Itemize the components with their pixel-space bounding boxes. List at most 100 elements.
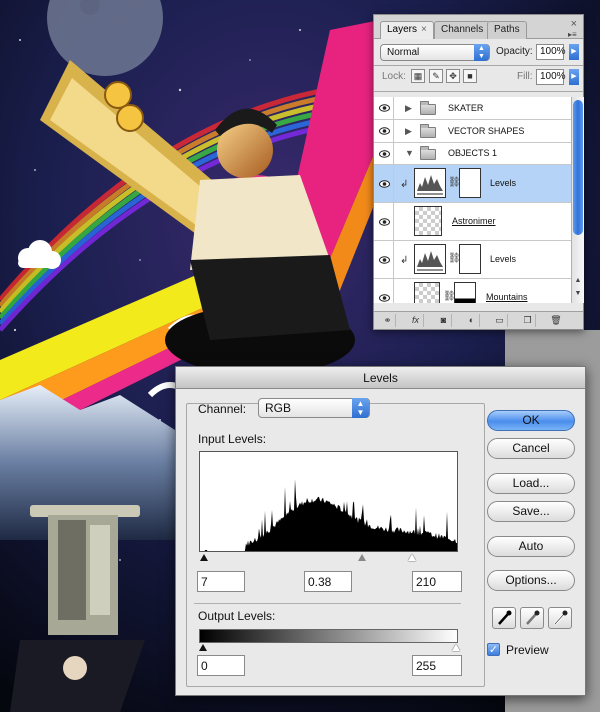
layer-mask-thumbnail[interactable] — [459, 168, 481, 198]
link-icon[interactable]: ⚭ — [380, 314, 396, 327]
visibility-toggle[interactable] — [374, 120, 394, 142]
layers-panel-tabs: Layers × Channels Paths × ▸≡ — [374, 15, 583, 39]
layer-name: Mountains — [486, 292, 528, 302]
panel-close-icon[interactable]: × — [571, 18, 577, 30]
visibility-toggle[interactable] — [374, 279, 394, 303]
layer-row-vector-shapes[interactable]: ▶ VECTOR SHAPES — [374, 120, 571, 143]
layer-row-astronimer[interactable]: Astronimer — [374, 203, 571, 241]
collapse-triangle-icon[interactable]: ▼ — [405, 148, 414, 158]
options-button[interactable]: Options... — [487, 570, 575, 591]
preview-label[interactable]: Preview — [506, 643, 549, 657]
white-eyedropper-button[interactable] — [548, 607, 572, 629]
histogram — [199, 451, 458, 552]
channel-value: RGB — [265, 401, 292, 415]
adjustment-icon[interactable]: ◐ — [464, 314, 480, 327]
lock-all-icon[interactable]: ■ — [463, 69, 477, 83]
layer-mask-thumbnail[interactable] — [454, 282, 476, 303]
layers-panel-toolbar: ⚭ fx ◙ ◐ ▭ ❐ 🗑 — [374, 311, 583, 329]
clipping-arrow-icon: ↲ — [400, 179, 409, 190]
layer-row-levels[interactable]: ↲ ⛓ Levels — [374, 241, 571, 279]
trash-icon[interactable]: 🗑 — [548, 314, 564, 327]
output-white-slider[interactable] — [452, 644, 460, 651]
scroll-up-icon[interactable]: ▲ — [573, 277, 583, 287]
folder-icon[interactable]: ▭ — [492, 314, 508, 327]
black-eyedropper-button[interactable] — [492, 607, 516, 629]
eye-icon — [379, 127, 390, 135]
layer-row-levels-selected[interactable]: ↲ ⛓ Levels — [374, 165, 571, 203]
lock-pixels-icon[interactable]: ✎ — [429, 69, 443, 83]
tab-close-icon[interactable]: × — [421, 24, 427, 35]
folder-icon — [420, 101, 436, 115]
layer-mask-thumbnail[interactable] — [459, 244, 481, 274]
layer-name: OBJECTS 1 — [448, 148, 498, 158]
opacity-input[interactable]: 100% — [536, 44, 566, 60]
input-white-slider[interactable] — [408, 554, 416, 561]
output-white-field[interactable]: 255 — [412, 655, 462, 676]
tab-paths[interactable]: Paths — [487, 21, 527, 39]
histogram-graph — [204, 479, 457, 551]
input-black-field[interactable]: 7 — [197, 571, 245, 592]
preview-checkbox[interactable]: ✓ — [487, 643, 500, 656]
layers-list: ▶ SKATER ▶ VECTOR SHAPES ▼ OBJECTS 1 ↲ ⛓… — [374, 97, 571, 303]
folder-icon — [420, 124, 436, 138]
visibility-toggle[interactable] — [374, 97, 394, 119]
opacity-label: Opacity: — [496, 46, 533, 57]
visibility-toggle[interactable] — [374, 241, 394, 278]
output-black-field[interactable]: 0 — [197, 655, 245, 676]
expand-triangle-icon[interactable]: ▶ — [405, 126, 412, 137]
expand-triangle-icon[interactable]: ▶ — [405, 103, 412, 114]
levels-thumbnail[interactable] — [414, 168, 446, 198]
layer-name: VECTOR SHAPES — [448, 126, 525, 136]
tab-channels-label: Channels — [441, 24, 484, 35]
input-white-field[interactable]: 210 — [412, 571, 462, 592]
auto-button[interactable]: Auto — [487, 536, 575, 557]
load-button[interactable]: Load... — [487, 473, 575, 494]
opacity-arrow-icon[interactable]: ▶ — [569, 44, 579, 60]
panel-divider — [374, 91, 583, 92]
eye-icon — [379, 217, 390, 226]
ok-button[interactable]: OK — [487, 410, 575, 431]
lock-position-icon[interactable]: ✥ — [446, 69, 460, 83]
mask-icon[interactable]: ◙ — [436, 314, 452, 327]
clipping-arrow-icon: ↲ — [400, 255, 409, 266]
panel-menu-icon[interactable]: ▸≡ — [568, 30, 580, 40]
blend-mode-select[interactable]: Normal ▲ ▼ — [380, 44, 490, 61]
layer-row-mountains[interactable]: ⛓ Mountains — [374, 279, 571, 303]
fx-icon[interactable]: fx — [408, 314, 424, 327]
input-black-slider[interactable] — [200, 554, 208, 561]
levels-thumbnail[interactable] — [414, 244, 446, 274]
channel-select[interactable]: RGB ▲ ▼ — [258, 398, 370, 418]
save-button[interactable]: Save... — [487, 501, 575, 522]
visibility-toggle[interactable] — [374, 203, 394, 240]
white-eyedropper-icon — [554, 610, 568, 625]
visibility-toggle[interactable] — [374, 165, 394, 202]
layer-name: Astronimer — [452, 216, 496, 226]
histogram-icon — [417, 175, 443, 195]
gray-eyedropper-icon — [526, 610, 540, 625]
scrollbar-thumb[interactable] — [573, 100, 583, 235]
scroll-down-icon[interactable]: ▼ — [573, 290, 583, 300]
tab-layers[interactable]: Layers × — [380, 21, 434, 39]
output-black-slider[interactable] — [199, 644, 207, 651]
new-layer-icon[interactable]: ❐ — [520, 314, 536, 327]
layer-thumbnail[interactable] — [414, 282, 440, 303]
layer-row-skater[interactable]: ▶ SKATER — [374, 97, 571, 120]
fill-input[interactable]: 100% — [536, 69, 566, 85]
lock-transparency-icon[interactable]: ▦ — [411, 69, 425, 83]
eye-icon — [379, 104, 390, 112]
layers-panel: Layers × Channels Paths × ▸≡ Normal ▲ ▼ Op… — [373, 14, 584, 330]
cancel-button[interactable]: Cancel — [487, 438, 575, 459]
layer-thumbnail[interactable] — [414, 206, 442, 236]
dialog-title: Levels — [176, 367, 585, 389]
layer-row-objects-1[interactable]: ▼ OBJECTS 1 — [374, 143, 571, 165]
layers-scrollbar[interactable]: ▲ ▼ — [571, 97, 584, 303]
tab-channels[interactable]: Channels — [434, 21, 491, 39]
input-gamma-field[interactable]: 0.38 — [304, 571, 352, 592]
fill-arrow-icon[interactable]: ▶ — [569, 69, 579, 85]
histogram-icon — [417, 251, 443, 271]
visibility-toggle[interactable] — [374, 143, 394, 164]
channel-label: Channel: — [198, 402, 247, 416]
gray-eyedropper-button[interactable] — [520, 607, 544, 629]
folder-open-icon — [420, 146, 436, 160]
input-gamma-slider[interactable] — [358, 554, 366, 561]
